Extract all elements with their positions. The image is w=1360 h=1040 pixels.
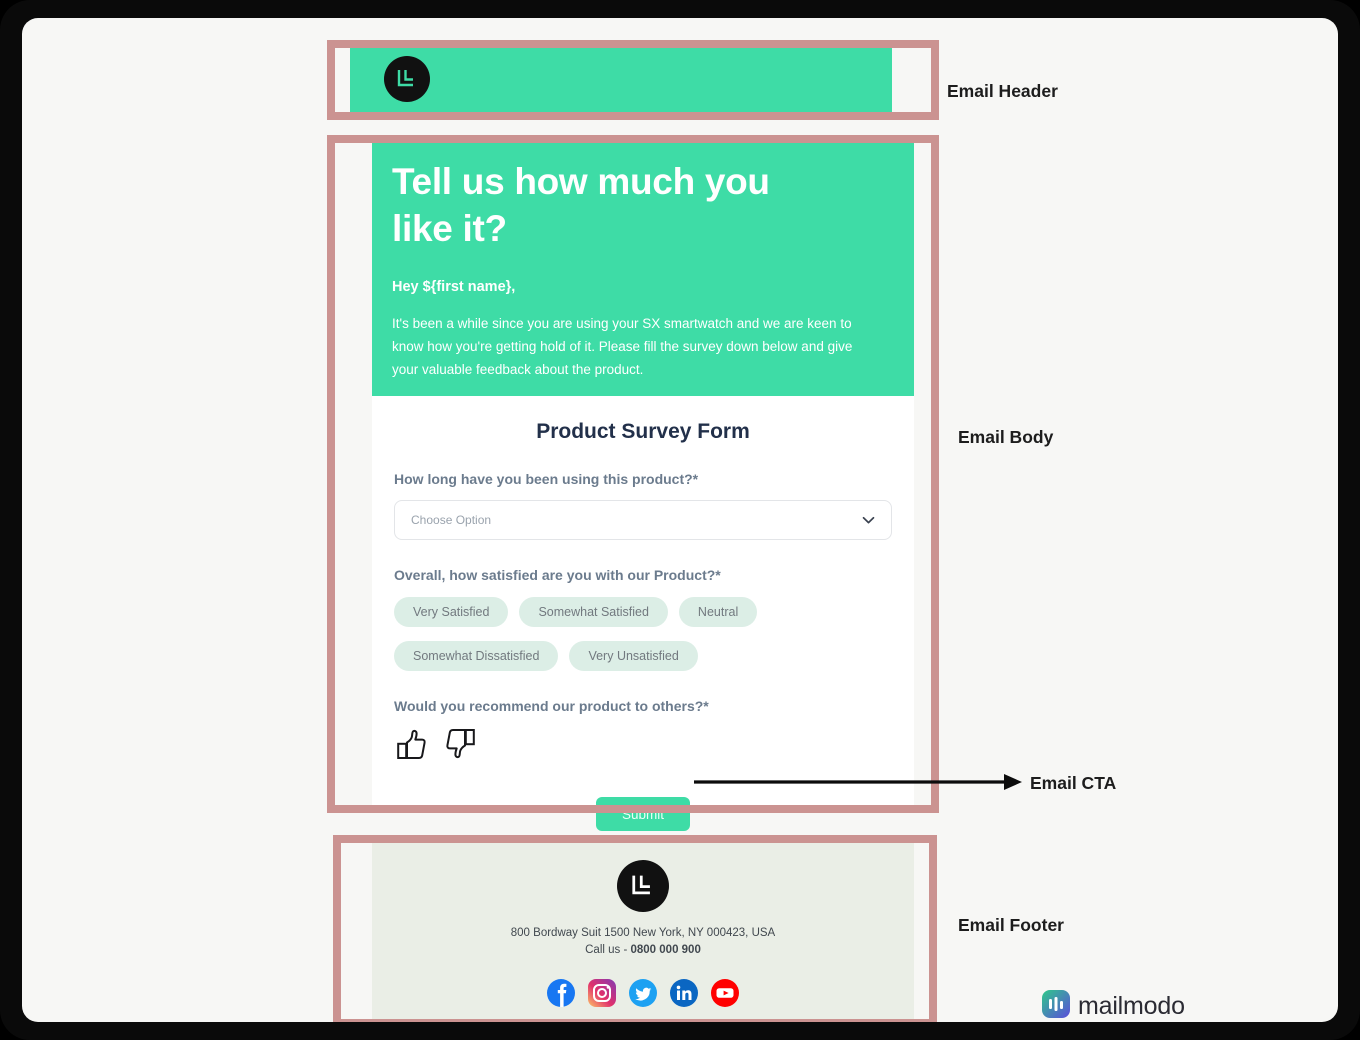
youtube-icon[interactable] bbox=[710, 978, 740, 1008]
email-form-section: Product Survey Form How long have you be… bbox=[372, 396, 914, 831]
annotation-label-body: Email Body bbox=[958, 427, 1054, 447]
thumbs-up-icon[interactable] bbox=[394, 727, 428, 766]
page-canvas: Tell us how much you like it? Hey ${firs… bbox=[22, 18, 1338, 1022]
annotation-label-header: Email Header bbox=[947, 81, 1058, 101]
satisfaction-option[interactable]: Very Unsatisfied bbox=[569, 641, 698, 671]
annotation-label-cta: Email CTA bbox=[1030, 773, 1117, 793]
satisfaction-chip-row-1: Very Satisfied Somewhat Satisfied Neutra… bbox=[394, 597, 892, 627]
unsubscribe-link[interactable]: Unsubscribe bbox=[386, 1019, 442, 1023]
satisfaction-option[interactable]: Somewhat Satisfied bbox=[519, 597, 668, 627]
mailmodo-brand: mailmodo bbox=[1042, 990, 1185, 1022]
duration-select-placeholder: Choose Option bbox=[411, 513, 492, 527]
instagram-icon[interactable] bbox=[587, 978, 617, 1008]
satisfaction-option[interactable]: Neutral bbox=[678, 597, 758, 627]
brand-l-logo-icon bbox=[617, 860, 669, 912]
recommend-thumbs-row bbox=[394, 727, 892, 766]
hero-greeting: Hey ${first name}, bbox=[392, 278, 516, 295]
mailmodo-mark-icon bbox=[832, 1018, 838, 1022]
email-footer-section: 800 Bordway Suit 1500 New York, NY 00042… bbox=[372, 836, 914, 1022]
annotation-label-footer: Email Footer bbox=[958, 915, 1064, 935]
submit-button-wrap: Submit bbox=[394, 797, 892, 831]
satisfaction-chip-row-2: Somewhat Dissatisfied Very Unsatisfied bbox=[394, 641, 892, 671]
cta-callout-arrow bbox=[694, 770, 1024, 799]
satisfaction-option[interactable]: Somewhat Dissatisfied bbox=[394, 641, 559, 671]
brand-l-logo-icon bbox=[384, 56, 430, 102]
hero-heading: Tell us how much you like it? bbox=[392, 161, 770, 250]
question-label-satisfaction: Overall, how satisfied are you with our … bbox=[394, 567, 721, 583]
footer-phone: 0800 000 900 bbox=[630, 944, 701, 956]
chevron-down-icon bbox=[862, 516, 875, 525]
powered-by-mailmodo[interactable]: by Mailmodo bbox=[831, 1018, 900, 1023]
email-footer-bar: Unsubscribe by Mailmodo bbox=[372, 1013, 914, 1022]
email-hero-section: Tell us how much you like it? Hey ${firs… bbox=[372, 136, 914, 396]
footer-address: 800 Bordway Suit 1500 New York, NY 00042… bbox=[510, 927, 776, 939]
duration-select[interactable]: Choose Option bbox=[394, 500, 892, 540]
mailmodo-logo-icon bbox=[1042, 990, 1070, 1022]
satisfaction-option[interactable]: Very Satisfied bbox=[394, 597, 509, 627]
hero-paragraph: It's been a while since you are using yo… bbox=[392, 315, 853, 378]
twitter-icon[interactable] bbox=[628, 978, 658, 1008]
mailmodo-wordmark: mailmodo bbox=[1078, 992, 1185, 1020]
footer-social-row bbox=[372, 978, 914, 1008]
submit-button[interactable]: Submit bbox=[596, 797, 690, 831]
thumbs-down-icon[interactable] bbox=[444, 727, 478, 766]
footer-call-prefix: Call us - bbox=[585, 944, 631, 956]
footer-call: Call us - 0800 000 900 bbox=[372, 944, 914, 956]
linkedin-icon[interactable] bbox=[669, 978, 699, 1008]
email-header-band bbox=[350, 40, 892, 118]
form-title: Product Survey Form bbox=[536, 420, 750, 443]
facebook-icon[interactable] bbox=[546, 978, 576, 1008]
question-label-recommend: Would you recommend our product to other… bbox=[394, 698, 709, 714]
question-label-duration: How long have you been using this produc… bbox=[394, 471, 699, 487]
screenshot-frame: Tell us how much you like it? Hey ${firs… bbox=[0, 0, 1360, 1040]
powered-by-label: by Mailmodo bbox=[843, 1019, 900, 1023]
